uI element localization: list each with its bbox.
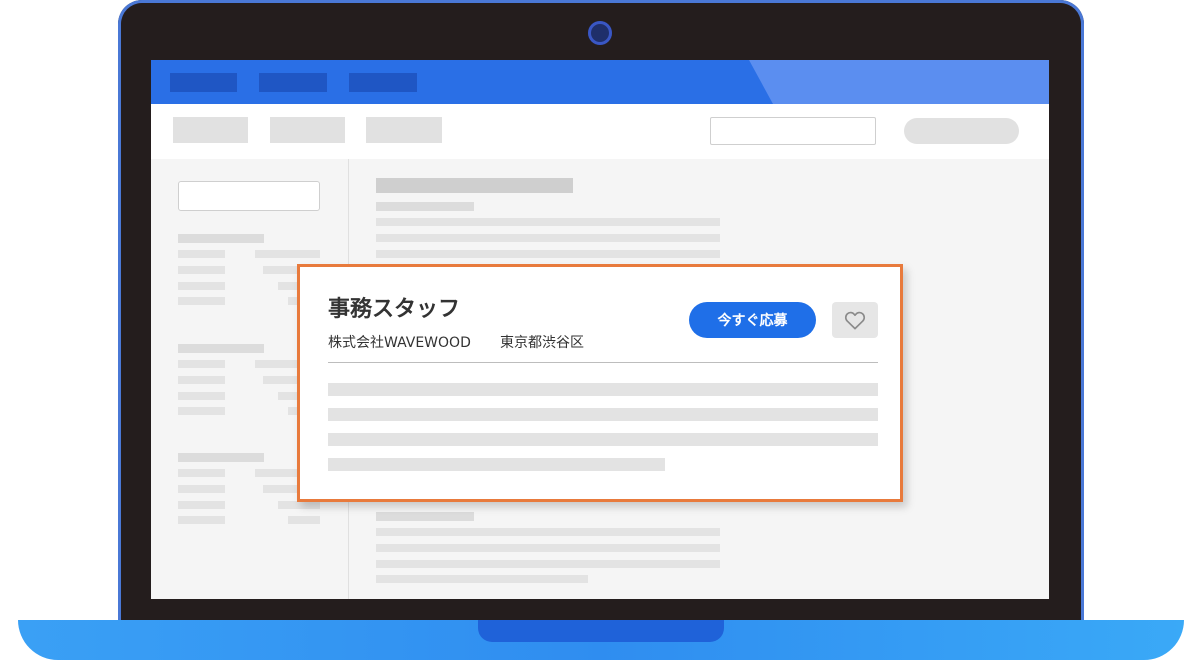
camera-icon <box>588 21 612 45</box>
sidebar-text-placeholder <box>178 516 225 524</box>
sidebar-text-placeholder <box>288 516 320 524</box>
sub-nav-item-placeholder[interactable] <box>270 117 345 143</box>
sidebar-text-placeholder <box>178 266 225 274</box>
sidebar-text-placeholder <box>178 297 225 305</box>
listing-text-placeholder <box>376 560 720 568</box>
job-card[interactable]: 事務スタッフ 株式会社WAVEWOOD 東京都渋谷区 今すぐ応募 <box>297 264 903 502</box>
sidebar-heading-placeholder <box>178 344 264 353</box>
description-placeholder <box>328 433 878 446</box>
sidebar-text-placeholder <box>178 485 225 493</box>
apply-now-button[interactable]: 今すぐ応募 <box>689 302 816 338</box>
sidebar-text-placeholder <box>178 250 225 258</box>
nav-item-placeholder[interactable] <box>349 73 417 92</box>
listing-text-placeholder <box>376 218 720 226</box>
listing-subtitle-placeholder <box>376 202 474 211</box>
sidebar-filter-input[interactable] <box>178 181 320 211</box>
listing-text-placeholder <box>376 528 720 536</box>
sidebar-heading-placeholder <box>178 234 264 243</box>
sub-nav-item-placeholder[interactable] <box>173 117 248 143</box>
sub-nav-item-placeholder[interactable] <box>366 117 442 143</box>
sidebar-text-placeholder <box>178 282 225 290</box>
listing-text-placeholder <box>376 234 720 242</box>
sidebar-text-placeholder <box>255 250 320 258</box>
job-location: 東京都渋谷区 <box>500 335 584 351</box>
heart-icon <box>844 311 866 330</box>
sidebar-heading-placeholder <box>178 453 264 462</box>
description-placeholder <box>328 408 878 421</box>
sidebar-text-placeholder <box>178 392 225 400</box>
sidebar-text-placeholder <box>278 501 320 509</box>
favorite-button[interactable] <box>832 302 878 338</box>
sidebar-text-placeholder <box>178 469 225 477</box>
sidebar-text-placeholder <box>178 407 225 415</box>
laptop-notch <box>478 620 724 642</box>
top-bar-accent <box>749 60 1049 104</box>
listing-text-placeholder <box>376 575 588 583</box>
description-placeholder <box>328 458 665 471</box>
search-input-placeholder[interactable] <box>710 117 876 145</box>
sidebar-text-placeholder <box>178 360 225 368</box>
nav-item-placeholder[interactable] <box>170 73 237 92</box>
sidebar-text-placeholder <box>178 501 225 509</box>
card-divider <box>328 362 878 363</box>
action-pill-placeholder[interactable] <box>904 118 1019 144</box>
job-title: 事務スタッフ <box>328 297 461 322</box>
listing-text-placeholder <box>376 544 720 552</box>
description-placeholder <box>328 383 878 396</box>
nav-item-placeholder[interactable] <box>259 73 327 92</box>
listing-title-placeholder <box>376 178 573 193</box>
sidebar-text-placeholder <box>178 376 225 384</box>
listing-text-placeholder <box>376 250 720 258</box>
listing-subtitle-placeholder <box>376 512 474 521</box>
company-name: 株式会社WAVEWOOD <box>328 335 471 351</box>
